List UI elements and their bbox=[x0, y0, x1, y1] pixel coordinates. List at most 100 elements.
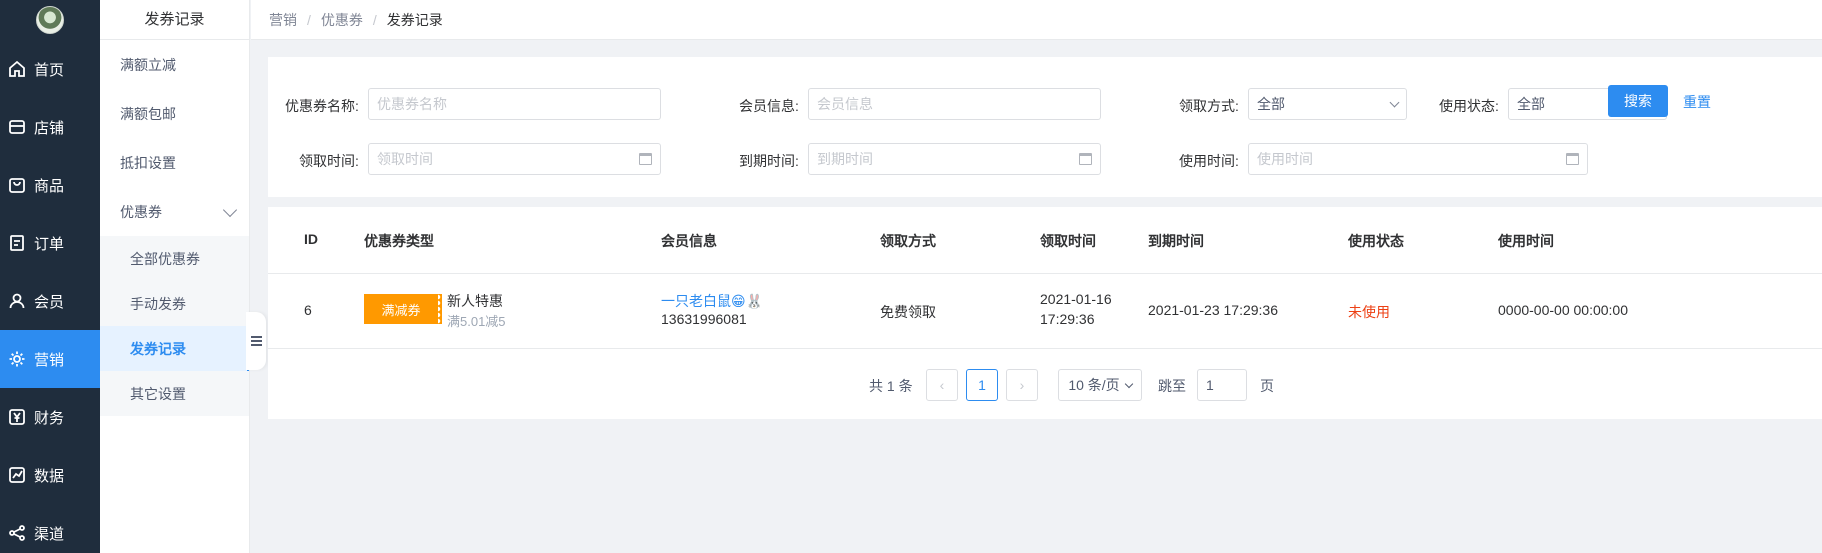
breadcrumb: 营销 / 优惠券 / 发券记录 bbox=[251, 0, 1822, 40]
receive-method-label: 领取方式: bbox=[1179, 98, 1239, 114]
nav-item-label: 商品 bbox=[34, 177, 65, 195]
page-unit-label: 页 bbox=[1260, 378, 1274, 394]
nav-item-goods[interactable]: 商品 bbox=[0, 156, 100, 214]
chevron-down-icon bbox=[1389, 97, 1400, 107]
collapse-sidebar-button[interactable] bbox=[246, 312, 266, 370]
subnav-item-issue-records[interactable]: 发券记录 bbox=[100, 326, 249, 371]
cell-receive-time: 17:29:36 bbox=[1040, 311, 1095, 327]
placeholder: 到期时间 bbox=[817, 151, 873, 167]
nav-item-label: 渠道 bbox=[34, 525, 65, 543]
coupon-rule: 满5.01减5 bbox=[447, 314, 506, 329]
column-header: 使用时间 bbox=[1498, 233, 1554, 249]
subnav-item-manual-issue[interactable]: 手动发券 bbox=[100, 281, 249, 326]
calendar-icon bbox=[639, 153, 652, 165]
divider bbox=[268, 273, 1822, 274]
status-badge: 未使用 bbox=[1348, 304, 1390, 320]
bag-icon bbox=[8, 176, 26, 194]
nav-item-label: 店铺 bbox=[34, 119, 65, 137]
filter-panel: 优惠券名称: 优惠券名称 会员信息: 会员信息 领取方式: 全部 使用状态: 全… bbox=[268, 57, 1822, 197]
sub-sidebar: 发券记录 满额立减 满额包邮 抵扣设置 优惠券 全部优惠券 手动发券 发券记录 … bbox=[100, 0, 250, 553]
coupon-name-label: 优惠券名称: bbox=[285, 98, 359, 114]
divider bbox=[268, 348, 1822, 349]
nav-item-store[interactable]: 店铺 bbox=[0, 98, 100, 156]
member-name-link[interactable]: 一只老白鼠😁🐰 bbox=[661, 291, 763, 311]
page-button-current[interactable]: 1 bbox=[966, 369, 998, 401]
column-header: 领取方式 bbox=[880, 233, 936, 249]
subnav-group-coupons[interactable]: 优惠券 bbox=[100, 187, 249, 236]
use-time-label: 使用时间: bbox=[1179, 153, 1239, 169]
breadcrumb-separator: / bbox=[372, 11, 377, 28]
cell-id: 6 bbox=[304, 302, 312, 318]
cell-use-time: 0000-00-00 00:00:00 bbox=[1498, 302, 1628, 318]
cell-receive-date: 2021-01-16 bbox=[1040, 291, 1112, 307]
jump-label: 跳至 bbox=[1158, 378, 1186, 394]
column-header: 优惠券类型 bbox=[364, 233, 434, 249]
breadcrumb-item[interactable]: 营销 bbox=[269, 10, 297, 30]
coupon-name: 新人特惠 bbox=[447, 293, 503, 309]
nav-item-label: 财务 bbox=[34, 409, 65, 427]
subnav-item-all-coupons[interactable]: 全部优惠券 bbox=[100, 236, 249, 281]
member-phone: 13631996081 bbox=[661, 311, 747, 327]
search-button[interactable]: 搜索 bbox=[1608, 85, 1668, 117]
nav-item-members[interactable]: 会员 bbox=[0, 272, 100, 330]
sub-sidebar-title: 发券记录 bbox=[100, 0, 249, 40]
page-size-select[interactable]: 10 条/页 bbox=[1058, 369, 1142, 401]
placeholder: 领取时间 bbox=[377, 151, 433, 167]
selected-value: 全部 bbox=[1257, 96, 1285, 112]
app-root: 首页 店铺 商品 订单 会员 营销 财务 数据 渠道 发券记录 满额立减 满额包… bbox=[0, 0, 1822, 553]
chevron-left-icon: ‹ bbox=[939, 377, 945, 393]
prev-page-button[interactable]: ‹ bbox=[926, 369, 958, 401]
column-header: 到期时间 bbox=[1148, 233, 1204, 249]
subnav-item-full-reduction[interactable]: 满额立减 bbox=[100, 40, 249, 89]
cell-expire: 2021-01-23 17:29:36 bbox=[1148, 302, 1278, 318]
nav-item-channel[interactable]: 渠道 bbox=[0, 504, 100, 553]
nav-item-home[interactable]: 首页 bbox=[0, 40, 100, 98]
coupon-type-badge: 满减券 bbox=[364, 294, 442, 324]
subnav-item-free-shipping[interactable]: 满额包邮 bbox=[100, 89, 249, 138]
nav-item-orders[interactable]: 订单 bbox=[0, 214, 100, 272]
nav-item-label: 会员 bbox=[34, 293, 65, 311]
chevron-right-icon: › bbox=[1019, 377, 1025, 393]
yen-icon bbox=[8, 408, 26, 426]
chevron-down-icon bbox=[222, 202, 238, 217]
coupon-name-input[interactable]: 优惠券名称 bbox=[368, 88, 661, 120]
breadcrumb-current: 发券记录 bbox=[386, 11, 443, 28]
column-header: 使用状态 bbox=[1348, 233, 1404, 249]
jump-page-input[interactable]: 1 bbox=[1197, 369, 1247, 401]
breadcrumb-item[interactable]: 优惠券 bbox=[321, 10, 363, 30]
placeholder: 使用时间 bbox=[1257, 151, 1313, 167]
calendar-icon bbox=[1079, 153, 1092, 165]
subnav-item-deduction[interactable]: 抵扣设置 bbox=[100, 138, 249, 187]
share-icon bbox=[8, 524, 26, 542]
nav-item-label: 营销 bbox=[34, 351, 65, 369]
cell-method: 免费领取 bbox=[880, 304, 936, 320]
logo-avatar bbox=[36, 6, 64, 34]
placeholder: 优惠券名称 bbox=[377, 96, 447, 112]
receive-method-select[interactable]: 全部 bbox=[1248, 88, 1407, 120]
reset-button[interactable]: 重置 bbox=[1683, 92, 1711, 112]
nav-item-label: 首页 bbox=[34, 61, 65, 79]
column-header: 领取时间 bbox=[1040, 233, 1096, 249]
nav-item-label: 订单 bbox=[34, 235, 65, 253]
order-icon bbox=[8, 234, 26, 252]
total-count: 共 1 条 bbox=[869, 378, 913, 394]
nav-item-data[interactable]: 数据 bbox=[0, 446, 100, 504]
member-info-input[interactable]: 会员信息 bbox=[808, 88, 1101, 120]
column-header: ID bbox=[304, 231, 318, 247]
page-size-value: 10 条/页 bbox=[1068, 377, 1120, 393]
use-time-picker[interactable]: 使用时间 bbox=[1248, 143, 1588, 175]
user-icon bbox=[8, 292, 26, 310]
gear-icon bbox=[8, 350, 26, 368]
next-page-button[interactable]: › bbox=[1006, 369, 1038, 401]
logo[interactable] bbox=[0, 0, 100, 40]
placeholder: 会员信息 bbox=[817, 96, 873, 112]
calendar-icon bbox=[1566, 153, 1579, 165]
member-info-label: 会员信息: bbox=[739, 98, 799, 114]
expire-time-picker[interactable]: 到期时间 bbox=[808, 143, 1101, 175]
breadcrumb-separator: / bbox=[307, 11, 311, 28]
receive-time-label: 领取时间: bbox=[299, 153, 359, 169]
column-header: 会员信息 bbox=[661, 233, 717, 249]
receive-time-picker[interactable]: 领取时间 bbox=[368, 143, 661, 175]
store-icon bbox=[8, 118, 26, 136]
chart-icon bbox=[8, 466, 26, 484]
